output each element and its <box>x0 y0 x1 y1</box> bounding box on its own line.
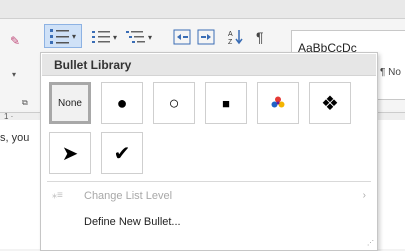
bullet-library-title: Bullet Library <box>42 54 376 76</box>
bullet-filled-circle-option[interactable]: ● <box>101 82 143 124</box>
decrease-indent-icon <box>173 29 191 45</box>
filled-square-bullet-icon: ■ <box>222 95 230 111</box>
resize-grip-icon[interactable]: ⋰ <box>367 240 374 247</box>
sort-button[interactable]: A Z <box>226 26 246 48</box>
bullet-none-option[interactable]: None <box>49 82 91 124</box>
bullet-filled-square-option[interactable]: ■ <box>205 82 247 124</box>
bullet-checkmark-option[interactable]: ✔ <box>101 132 143 174</box>
multilevel-list-button[interactable]: ▾ <box>124 26 158 48</box>
submenu-arrow-icon: › <box>362 190 366 201</box>
diamond-bullet-icon: ❖ <box>321 92 339 115</box>
ribbon-top-bar <box>0 0 405 19</box>
svg-text:▾: ▾ <box>148 33 152 42</box>
format-painter-icon[interactable]: ✎ <box>10 34 20 48</box>
document-text: s, you <box>0 132 30 144</box>
bullet-flower-option[interactable] <box>257 82 299 124</box>
bullet-arrowhead-option[interactable]: ➤ <box>49 132 91 174</box>
svg-text:Z: Z <box>228 39 233 46</box>
hollow-circle-bullet-icon: ○ <box>168 92 180 113</box>
define-new-bullet-item[interactable]: Define New Bullet... <box>42 213 376 231</box>
show-formatting-marks-button[interactable]: ¶ <box>256 26 264 48</box>
change-list-level-icon: ⁎≡ <box>52 190 63 201</box>
bullet-diamond-option[interactable]: ❖ <box>309 82 351 124</box>
svg-text:▾: ▾ <box>72 32 76 41</box>
svg-text:A: A <box>228 31 233 38</box>
style-no-spacing-preview[interactable]: ¶ No <box>380 67 401 78</box>
clipboard-group: ✎ ▾ ⧉ <box>0 30 40 110</box>
decrease-indent-button[interactable] <box>172 26 192 48</box>
font-dropdown-arrow-icon[interactable]: ▾ <box>12 70 16 79</box>
multilevel-list-icon: ▾ <box>126 31 152 43</box>
change-list-level-label: Change List Level <box>84 190 173 202</box>
pilcrow-icon: ¶ <box>256 29 264 45</box>
change-list-level-item[interactable]: ⁎≡ Change List Level › <box>42 187 376 205</box>
bullet-none-label: None <box>58 97 82 109</box>
increase-indent-button[interactable] <box>196 26 216 48</box>
numbering-icon: ▾ <box>92 31 117 43</box>
filled-circle-bullet-icon: ● <box>116 92 128 113</box>
sort-icon: A Z <box>228 30 243 46</box>
bullet-hollow-circle-option[interactable]: ○ <box>153 82 195 124</box>
checkmark-bullet-icon: ✔ <box>113 142 131 165</box>
flower-bullet-icon <box>271 96 285 108</box>
svg-text:▾: ▾ <box>113 33 117 42</box>
bullet-library-dropdown: Bullet Library None ● ○ ■ ❖ ➤ ✔ ⁎≡ Chang… <box>40 52 378 251</box>
menu-separator <box>47 181 371 182</box>
group-launcher-icon[interactable]: ⧉ <box>22 98 28 108</box>
define-new-bullet-label: Define New Bullet... <box>84 216 181 228</box>
increase-indent-icon <box>197 29 215 45</box>
numbering-button[interactable]: ▾ <box>90 26 122 48</box>
arrowhead-bullet-icon: ➤ <box>61 142 79 165</box>
bullets-icon: ▾ <box>50 29 76 44</box>
bullets-button[interactable]: ▾ <box>44 24 82 48</box>
